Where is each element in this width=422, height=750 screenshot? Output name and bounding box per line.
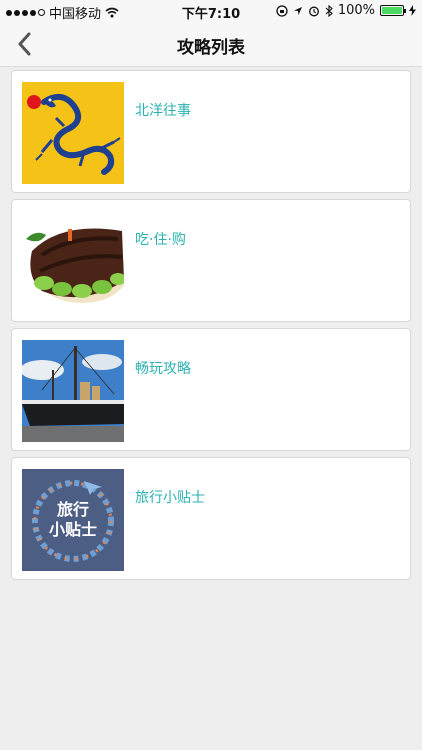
location-icon bbox=[293, 6, 302, 15]
bluetooth-icon bbox=[325, 4, 333, 17]
battery-icon bbox=[380, 5, 406, 16]
dragon-flag-image bbox=[22, 82, 124, 184]
navigation-bar: 攻略列表 bbox=[0, 22, 422, 67]
alarm-icon bbox=[308, 6, 319, 16]
travel-tips-image: 旅行 小贴士 bbox=[22, 469, 124, 571]
warship-image bbox=[22, 340, 124, 442]
list-item-play-guide[interactable]: 畅玩攻略 bbox=[11, 328, 411, 451]
battery-percent: 100% bbox=[337, 3, 375, 18]
tips-line2: 小贴士 bbox=[49, 520, 97, 539]
list-item-travel-tips[interactable]: 旅行 小贴士 旅行小贴士 bbox=[11, 457, 411, 580]
item-title: 畅玩攻略 bbox=[135, 361, 191, 377]
item-title: 北洋往事 bbox=[135, 103, 191, 119]
page-title: 攻略列表 bbox=[177, 38, 245, 58]
rotation-lock-icon bbox=[276, 4, 288, 17]
item-title: 旅行小贴士 bbox=[135, 490, 205, 506]
item-title: 吃·住·购 bbox=[135, 232, 186, 248]
charging-icon bbox=[409, 5, 416, 16]
guide-list: 北洋往事 吃·住·购 畅玩攻略 旅行 小贴士 旅行小贴士 bbox=[11, 70, 411, 586]
status-right: 100% bbox=[276, 3, 416, 18]
list-item-beiyang[interactable]: 北洋往事 bbox=[11, 70, 411, 193]
tips-line1: 旅行 bbox=[57, 500, 89, 519]
status-bar: 中国移动 下午7:10 100% bbox=[0, 0, 422, 22]
list-item-food[interactable]: 吃·住·购 bbox=[11, 199, 411, 322]
food-dish-image bbox=[22, 211, 124, 313]
